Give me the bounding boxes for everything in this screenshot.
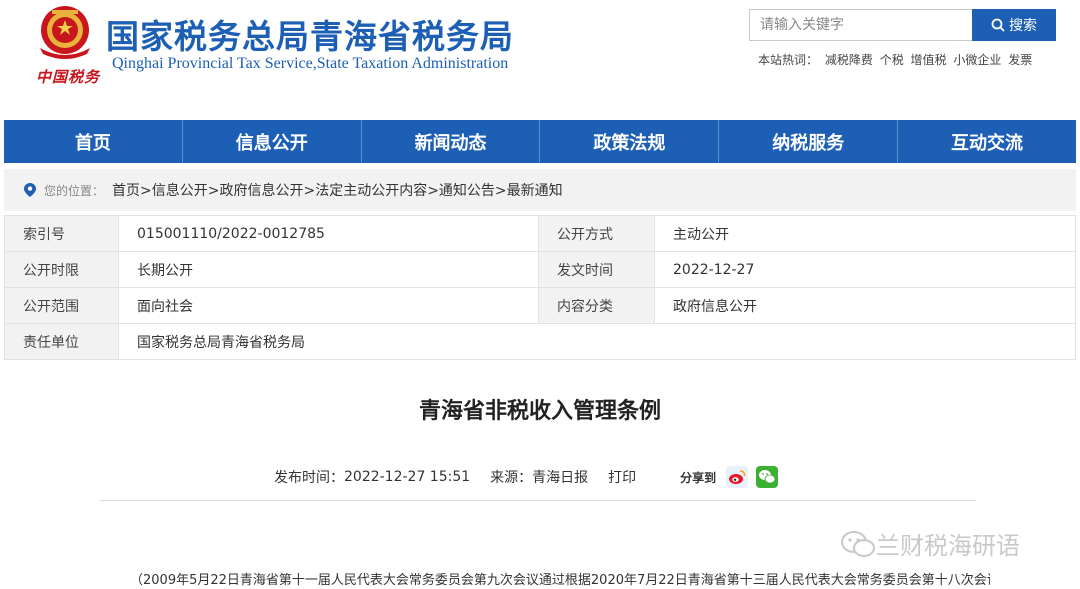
article-meta: 发布时间： 2022-12-27 15:51 来源： 青海日报 打印 分享到 [274, 466, 786, 488]
divider [100, 500, 976, 501]
wechat-share-icon[interactable] [756, 466, 779, 488]
meta-value: 主动公开 [654, 215, 1076, 252]
breadcrumb-label: 您的位置： [44, 183, 105, 198]
source-label: 来源： [490, 470, 533, 486]
share-label: 分享到 [680, 470, 717, 485]
nav-item-policies[interactable]: 政策法规 [540, 120, 720, 163]
wechat-watermark-icon [841, 530, 875, 557]
watermark-text: 兰财税海研语 [876, 532, 1020, 560]
meta-value: 面向社会 [118, 287, 539, 324]
meta-key: 内容分类 [538, 287, 655, 324]
hot-word-link[interactable]: 个税 [880, 53, 904, 67]
meta-key: 公开范围 [4, 287, 119, 324]
meta-value: 2022-12-27 [654, 251, 1076, 288]
meta-value: 015001110/2022-0012785 [118, 215, 539, 252]
hot-word-link[interactable]: 减税降费 [825, 53, 873, 67]
watermark: 兰财税海研语 [840, 526, 1020, 561]
national-emblem-icon [40, 6, 90, 59]
search-input[interactable] [749, 9, 973, 41]
breadcrumb-path[interactable]: 首页>信息公开>政府信息公开>法定主动公开内容>通知公告>最新通知 [112, 180, 563, 200]
hot-word-link[interactable]: 发票 [1008, 53, 1032, 67]
nav-item-tax-services[interactable]: 纳税服务 [719, 120, 899, 163]
nav-item-news[interactable]: 新闻动态 [362, 120, 541, 163]
site-subtitle: Qinghai Provincial Tax Service,State Tax… [112, 55, 509, 72]
main-nav: 首页 信息公开 新闻动态 政策法规 纳税服务 互动交流 [4, 120, 1076, 163]
table-row: 索引号 015001110/2022-0012785 公开方式 主动公开 [4, 215, 1076, 252]
site-title: 国家税务总局青海省税务局 [106, 17, 514, 56]
nav-item-interaction[interactable]: 互动交流 [898, 120, 1076, 163]
meta-key: 公开方式 [538, 215, 655, 252]
table-row: 公开范围 面向社会 内容分类 政府信息公开 [4, 287, 1076, 324]
search-button-label: 搜索 [1009, 18, 1037, 34]
meta-key: 公开时限 [4, 251, 119, 288]
meta-value: 国家税务总局青海省税务局 [118, 323, 1076, 360]
meta-key: 索引号 [4, 215, 119, 252]
weibo-share-icon[interactable] [726, 466, 749, 488]
source: 青海日报 [532, 470, 589, 486]
search-icon [991, 18, 1005, 32]
table-row: 公开时限 长期公开 发文时间 2022-12-27 [4, 251, 1076, 288]
hot-word-link[interactable]: 小微企业 [953, 53, 1001, 67]
location-pin-icon [24, 183, 36, 197]
meta-key: 责任单位 [4, 323, 119, 360]
meta-key: 发文时间 [538, 251, 655, 288]
hot-words-label: 本站热词： [758, 53, 819, 67]
nav-item-info-disclosure[interactable]: 信息公开 [183, 120, 362, 163]
meta-value: 政府信息公开 [654, 287, 1076, 324]
hot-word-link[interactable]: 增值税 [911, 53, 947, 67]
document-meta-table: 索引号 015001110/2022-0012785 公开方式 主动公开 公开时… [4, 215, 1076, 360]
article-body: （2009年5月22日青海省第十一届人民代表大会常务委员会第九次会议通过根据20… [130, 573, 990, 588]
publish-time-label: 发布时间： [274, 470, 344, 486]
site-header: 中国税务 国家税务总局青海省税务局 Qinghai Provincial Tax… [0, 0, 1080, 120]
table-row: 责任单位 国家税务总局青海省税务局 [4, 323, 1076, 360]
search-button[interactable]: 搜索 [972, 9, 1056, 41]
nav-item-home[interactable]: 首页 [4, 120, 183, 163]
print-link[interactable]: 打印 [608, 467, 636, 487]
breadcrumb: 您的位置： 首页>信息公开>政府信息公开>法定主动公开内容>通知公告>最新通知 [4, 169, 1076, 211]
article-title: 青海省非税收入管理条例 [418, 399, 661, 424]
china-tax-logo-text: 中国税务 [36, 68, 101, 86]
publish-time: 2022-12-27 15:51 [344, 469, 471, 485]
hot-words: 本站热词： 减税降费 个税 增值税 小微企业 发票 [758, 51, 1035, 68]
meta-value: 长期公开 [118, 251, 539, 288]
